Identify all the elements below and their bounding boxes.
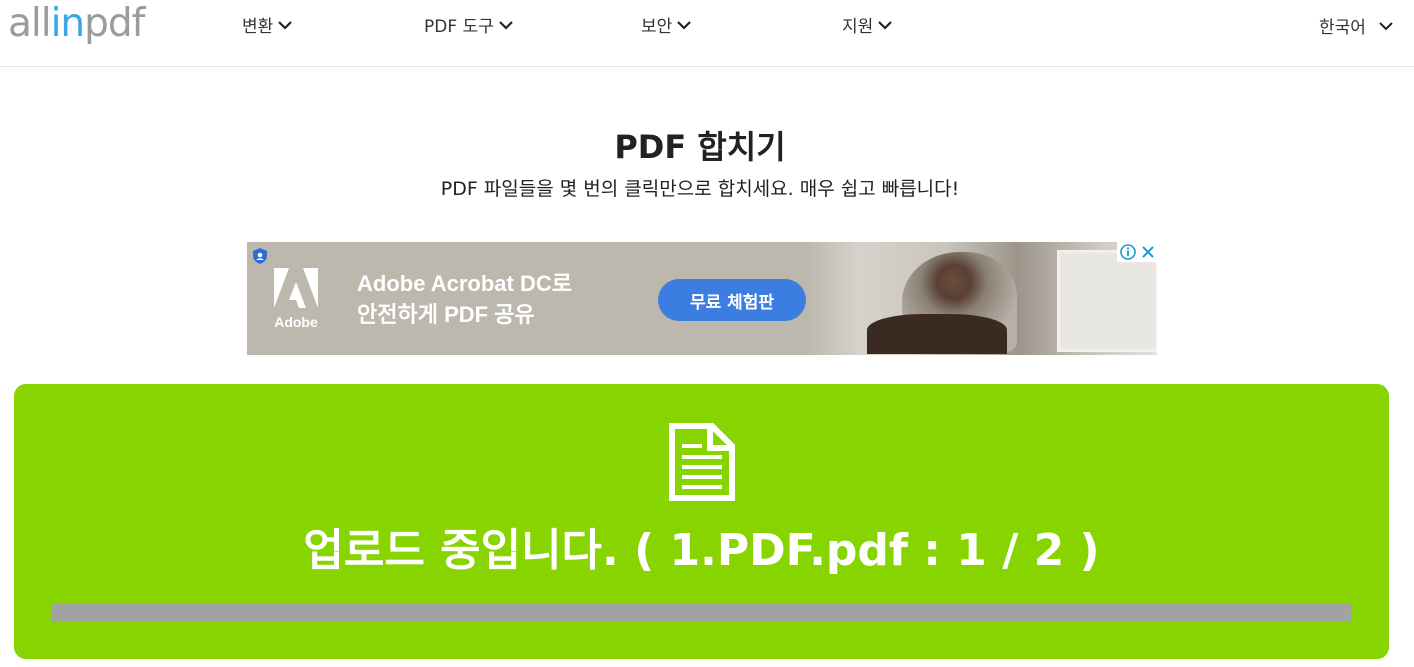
nav-security-label: 보안: [641, 17, 673, 37]
adobe-brand-label: Adobe: [274, 314, 318, 330]
upload-panel: 업로드 중입니다. ( 1.PDF.pdf : 1 / 2 ): [14, 384, 1389, 659]
ad-headline-line2: 안전하게 PDF 공유: [357, 302, 535, 327]
page-title: PDF 합치기: [614, 128, 786, 166]
logo-text-pdf: pdf: [84, 1, 145, 46]
allinpdf-logo[interactable]: allinpdf: [8, 1, 145, 46]
close-icon[interactable]: [1141, 245, 1155, 259]
upload-status-text: 업로드 중입니다. ( 1.PDF.pdf : 1 / 2 ): [303, 525, 1100, 576]
ad-photo-dog: [867, 314, 1007, 354]
adobe-a-icon: [274, 268, 318, 308]
document-icon: [669, 423, 735, 501]
chevron-down-icon: [878, 20, 893, 30]
ad-headline: Adobe Acrobat DC로 안전하게 PDF 공유: [357, 268, 572, 330]
chevron-down-icon: [499, 20, 513, 30]
upload-progress-bar: [51, 603, 1351, 622]
shield-icon: [253, 248, 267, 264]
nav-support-label: 지원: [842, 17, 874, 37]
adobe-logo: Adobe: [271, 268, 321, 338]
ad-banner[interactable]: Adobe Adobe Acrobat DC로 안전하게 PDF 공유 무료 체…: [247, 242, 1157, 355]
nav-support[interactable]: 지원: [842, 12, 893, 37]
nav-pdf-tools-label: PDF 도구: [424, 17, 494, 37]
ad-photo-window: [1057, 250, 1157, 352]
nav-convert[interactable]: 변환: [242, 12, 293, 37]
logo-text-all: all: [8, 1, 52, 46]
info-icon[interactable]: [1119, 244, 1136, 260]
nav-convert-label: 변환: [242, 17, 274, 37]
chevron-down-icon: [1379, 21, 1393, 30]
chevron-down-icon: [278, 20, 293, 30]
ad-headline-line1: Adobe Acrobat DC로: [357, 271, 572, 296]
site-header: allinpdf 변환 PDF 도구 보안 지원 한국어: [0, 0, 1414, 67]
nav-pdf-tools[interactable]: PDF 도구: [424, 12, 514, 37]
language-selector[interactable]: 한국어: [1319, 13, 1394, 38]
ad-cta-button[interactable]: 무료 체험판: [658, 279, 806, 321]
logo-text-in: in: [50, 1, 86, 46]
language-label: 한국어: [1319, 18, 1366, 38]
ad-photo: [807, 242, 1157, 355]
page-subtitle: PDF 파일들을 몇 번의 클릭만으로 합치세요. 매우 쉽고 빠릅니다!: [440, 178, 960, 200]
chevron-down-icon: [677, 20, 692, 30]
ad-choices: [1117, 242, 1157, 262]
nav-security[interactable]: 보안: [641, 12, 692, 37]
